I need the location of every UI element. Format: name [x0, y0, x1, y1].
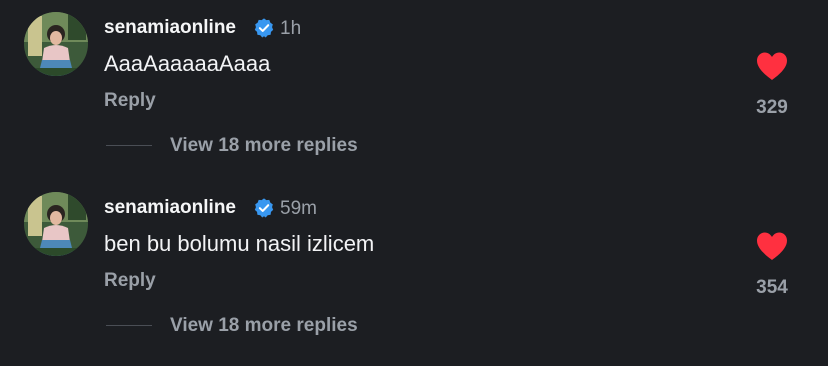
divider-line — [106, 145, 152, 146]
avatar[interactable] — [24, 192, 88, 256]
comment-thread: senamiaonline 1h AaaAaaaaaAaaa Reply 329… — [0, 0, 828, 366]
heart-icon[interactable] — [755, 231, 789, 261]
view-replies-label: View 18 more replies — [170, 315, 358, 336]
comment-text: AaaAaaaaaAaaa — [104, 51, 271, 76]
verified-badge-icon — [254, 18, 274, 38]
timestamp: 59m — [280, 198, 317, 219]
reply-button[interactable]: Reply — [104, 90, 156, 112]
username[interactable]: senamiaonline — [104, 197, 236, 219]
comment-item: senamiaonline 1h AaaAaaaaaAaaa Reply 329… — [0, 0, 828, 180]
username[interactable]: senamiaonline — [104, 17, 236, 39]
view-replies-label: View 18 more replies — [170, 135, 358, 156]
heart-icon[interactable] — [755, 51, 789, 81]
like-count: 354 — [756, 277, 788, 298]
timestamp: 1h — [280, 18, 302, 39]
comment-text: ben bu bolumu nasil izlicem — [104, 231, 375, 256]
verified-badge-icon — [254, 198, 274, 218]
avatar-image — [24, 12, 88, 76]
divider-line — [106, 325, 152, 326]
comment-item: senamiaonline 59m ben bu bolumu nasil iz… — [0, 180, 828, 360]
avatar[interactable] — [24, 12, 88, 76]
reply-button[interactable]: Reply — [104, 270, 156, 292]
like-count: 329 — [756, 97, 788, 118]
avatar-image — [24, 192, 88, 256]
